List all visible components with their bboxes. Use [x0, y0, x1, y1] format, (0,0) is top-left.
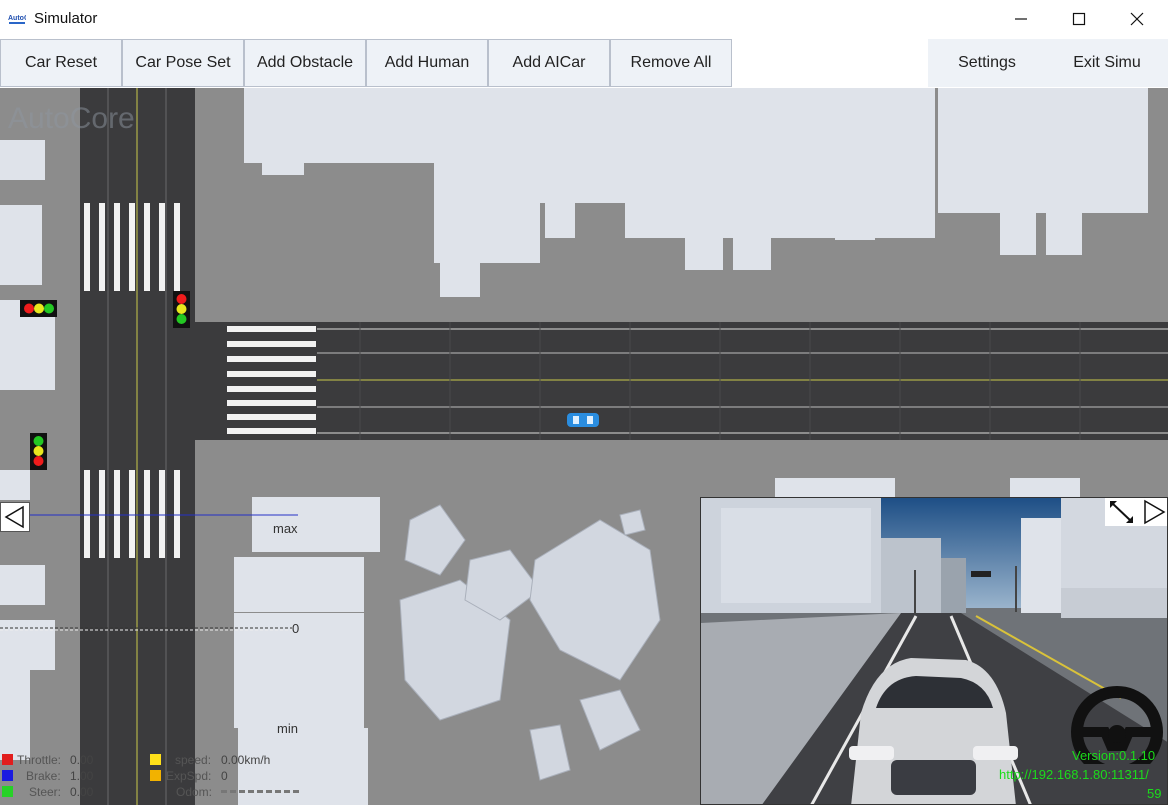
close-button[interactable] — [1108, 0, 1166, 38]
expspd-value: 0 — [221, 769, 228, 783]
triangle-left-icon — [4, 505, 24, 529]
expspd-swatch — [150, 770, 161, 781]
speed-value: 0.00km/h — [221, 753, 271, 767]
gauge-zero-label: 0 — [292, 621, 300, 636]
throttle-value: 0.00 — [70, 753, 94, 767]
svg-text:AutoC: AutoC — [8, 15, 26, 22]
minimize-icon — [1015, 18, 1027, 20]
expspd-label: ExpSpd: — [166, 769, 212, 783]
brake-label: Brake: — [26, 769, 61, 783]
traffic-light-icon — [20, 300, 57, 317]
traffic-light-icon — [173, 291, 190, 328]
steer-swatch — [2, 786, 13, 797]
ego-car-icon[interactable] — [567, 413, 599, 427]
minimize-button[interactable] — [992, 0, 1050, 38]
watermark-text: AutoCore — [8, 102, 135, 135]
gauge-max-label: max — [273, 521, 298, 536]
settings-button[interactable]: Settings — [928, 39, 1046, 87]
camera-view[interactable]: Version:0.1.10 http://192.168.1.80:11311… — [700, 497, 1168, 805]
title-bar: AutoC Simulator — [0, 0, 1168, 38]
brake-value: 1.00 — [70, 769, 94, 783]
odom-label: Odom: — [176, 785, 213, 799]
left-arrow-button[interactable] — [0, 502, 30, 532]
steer-value: 0.00 — [70, 785, 94, 799]
speed-swatch — [150, 754, 161, 765]
app-logo-icon: AutoC — [8, 13, 26, 24]
close-icon — [1130, 12, 1144, 26]
expand-icon — [1110, 501, 1133, 523]
remove-all-button[interactable]: Remove All — [610, 39, 732, 87]
add-human-button[interactable]: Add Human — [366, 39, 488, 87]
window-title: Simulator — [34, 10, 98, 27]
car-reset-button[interactable]: Car Reset — [0, 39, 122, 87]
throttle-label: Throttle: — [17, 753, 62, 767]
throttle-swatch — [2, 754, 13, 765]
add-aicar-button[interactable]: Add AICar — [488, 39, 610, 87]
version-text: Version:0.1.10 — [1072, 748, 1156, 763]
gauge-min-label: min — [277, 721, 298, 736]
brake-swatch — [2, 770, 13, 781]
maximize-button[interactable] — [1050, 0, 1108, 38]
exit-simu-button[interactable]: Exit Simu — [1048, 39, 1166, 87]
traffic-light-icon — [30, 433, 47, 470]
car-pose-set-button[interactable]: Car Pose Set — [122, 39, 244, 87]
steer-label: Steer: — [29, 785, 62, 799]
right-arrow-button[interactable] — [1139, 498, 1167, 526]
triangle-right-icon — [1144, 499, 1166, 525]
expand-button[interactable] — [1105, 498, 1139, 526]
odom-value-bar — [221, 790, 301, 793]
speed-label: speed: — [175, 753, 212, 767]
toolbar-right-group: Settings Exit Simu — [928, 39, 1168, 87]
fps-text: 59 — [1147, 786, 1162, 801]
add-obstacle-button[interactable]: Add Obstacle — [244, 39, 366, 87]
maximize-icon — [1072, 12, 1086, 26]
server-url-text: http://192.168.1.80:11311/ — [999, 767, 1149, 782]
